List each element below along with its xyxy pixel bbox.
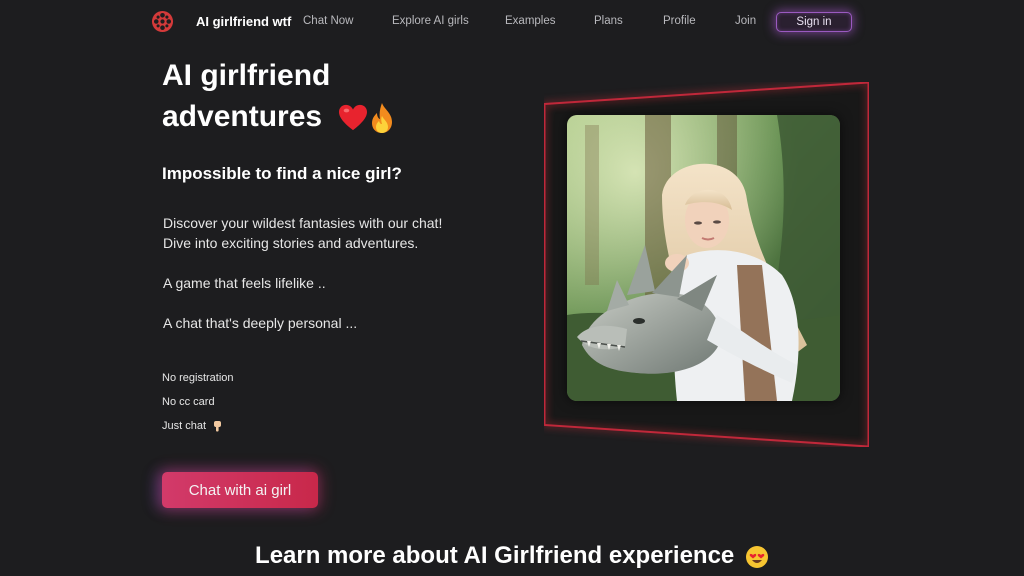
girl-with-dragon-image	[567, 115, 840, 401]
hero-paragraph-4: A chat that's deeply personal ...	[163, 315, 358, 331]
feature-just-chat-text: Just chat	[162, 420, 207, 432]
fire-icon	[372, 103, 393, 134]
hero-title-line-2: adventures	[162, 96, 396, 137]
pointing-down-hand-icon	[214, 421, 222, 432]
hero-title: AI girlfriend adventures	[162, 55, 396, 137]
top-navbar: AI girlfriend wtf Chat Now Explore AI gi…	[0, 0, 1024, 44]
chat-with-ai-girl-button[interactable]: Chat with ai girl	[162, 472, 318, 508]
nav-link-chat-now[interactable]: Chat Now	[303, 15, 354, 27]
hero-subtitle: Impossible to find a nice girl?	[162, 164, 402, 183]
sign-in-button[interactable]: Sign in	[776, 12, 852, 32]
feature-no-registration: No registration	[162, 372, 234, 384]
nav-link-explore-ai-girls[interactable]: Explore AI girls	[392, 15, 469, 27]
nav-link-profile[interactable]: Profile	[663, 15, 696, 27]
hero-paragraph-3: A game that feels lifelike ..	[163, 275, 326, 291]
hero-paragraph-2: Dive into exciting stories and adventure…	[163, 235, 419, 251]
film-reel-logo-icon[interactable]	[151, 10, 174, 33]
red-heart-icon	[339, 105, 368, 131]
girl-with-dragon-illustration	[567, 115, 840, 401]
hero-paragraph-1: Discover your wildest fantasies with our…	[163, 215, 443, 231]
hero-title-line-2-text: adventures	[162, 100, 323, 133]
hero-title-line-1: AI girlfriend	[162, 59, 331, 92]
feature-just-chat: Just chat	[162, 420, 223, 432]
heart-eyes-face-icon	[745, 545, 768, 568]
feature-no-cc-card: No cc card	[162, 396, 215, 408]
nav-link-join[interactable]: Join	[735, 15, 756, 27]
nav-link-examples[interactable]: Examples	[505, 15, 556, 27]
learn-more-heading-text: Learn more about AI Girlfriend experienc…	[255, 542, 735, 569]
learn-more-heading: Learn more about AI Girlfriend experienc…	[0, 542, 1024, 570]
brand-name[interactable]: AI girlfriend wtf	[196, 14, 291, 29]
nav-link-plans[interactable]: Plans	[594, 15, 623, 27]
